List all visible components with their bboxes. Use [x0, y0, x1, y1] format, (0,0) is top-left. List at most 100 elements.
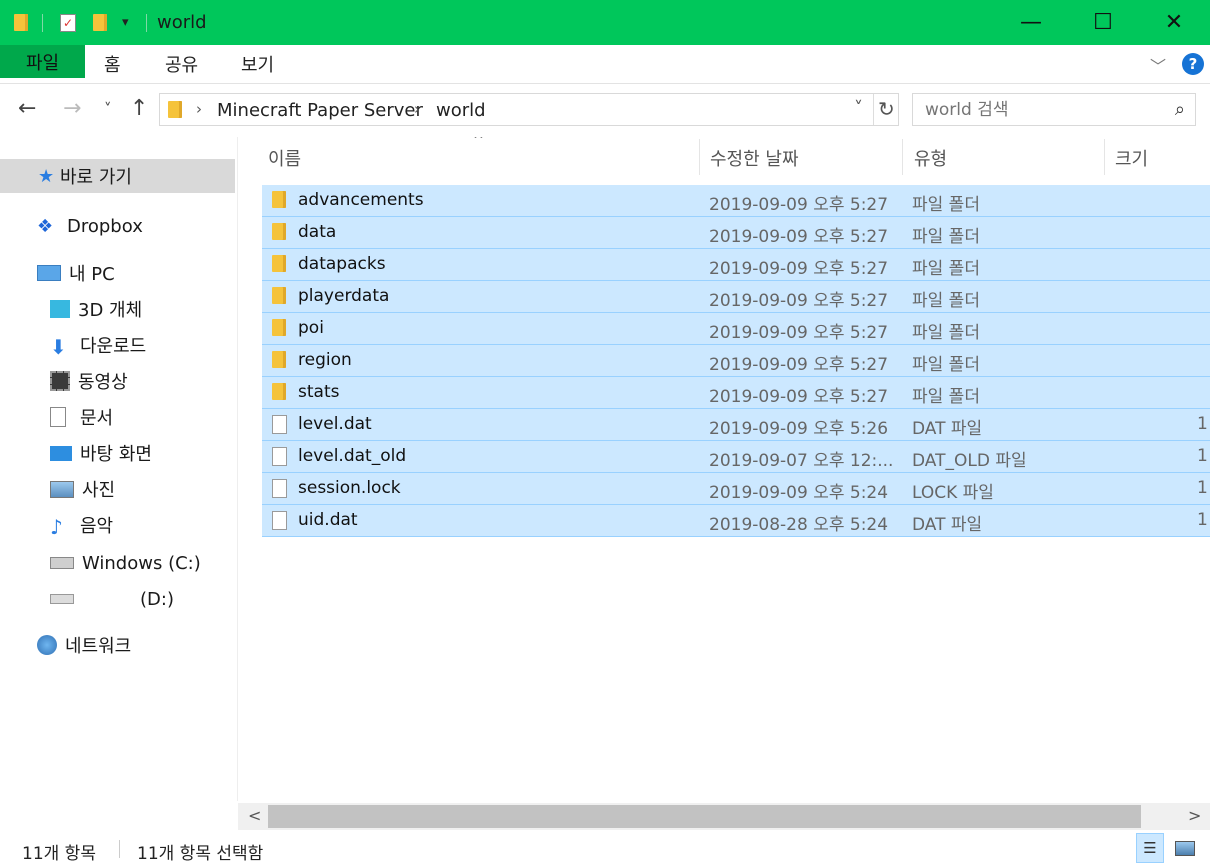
- file-date: 2019-08-28 오후 5:24: [709, 515, 889, 535]
- file-name: datapacks: [298, 254, 386, 274]
- table-row[interactable]: uid.dat 2019-08-28 오후 5:24 DAT 파일 1: [262, 505, 1210, 537]
- scrollbar-thumb[interactable]: [268, 805, 1141, 828]
- sidebar-item-music[interactable]: ♪ 음악: [50, 508, 113, 542]
- file-name: data: [298, 222, 337, 242]
- sidebar-item-drive-c[interactable]: Windows (C:): [50, 546, 201, 580]
- large-icons-view-button[interactable]: [1171, 833, 1199, 863]
- file-type: 파일 폴더: [912, 227, 980, 247]
- expand-ribbon-button[interactable]: ﹀: [1150, 53, 1166, 77]
- address-bar[interactable]: › Minecraft Paper Server › world ˅ ↻: [159, 93, 899, 126]
- table-row[interactable]: poi 2019-09-09 오후 5:27 파일 폴더: [262, 313, 1210, 345]
- music-icon: ♪: [50, 515, 63, 539]
- sidebar-item-documents[interactable]: 문서: [50, 400, 113, 434]
- details-view-button[interactable]: ☰: [1136, 833, 1164, 863]
- close-button[interactable]: ✕: [1138, 0, 1210, 45]
- table-row[interactable]: session.lock 2019-09-09 오후 5:24 LOCK 파일 1: [262, 473, 1210, 505]
- scroll-left-button[interactable]: <: [248, 806, 261, 825]
- file-size: 1: [1197, 414, 1208, 434]
- window-title: world: [157, 12, 207, 33]
- search-icon[interactable]: ⌕: [1175, 99, 1185, 120]
- dropbox-icon: ❖: [37, 216, 54, 237]
- horizontal-scrollbar[interactable]: < >: [238, 803, 1210, 830]
- recent-locations-button[interactable]: ˅: [104, 100, 112, 118]
- column-header-name[interactable]: 이름: [268, 145, 301, 171]
- table-row[interactable]: playerdata 2019-09-09 오후 5:27 파일 폴더: [262, 281, 1210, 313]
- address-dropdown[interactable]: ˅: [854, 98, 863, 119]
- search-box[interactable]: ⌕: [912, 93, 1196, 126]
- sidebar-item-3d-objects[interactable]: 3D 개체: [50, 292, 142, 326]
- sidebar-item-videos[interactable]: 동영상: [50, 364, 128, 398]
- cube-icon: [50, 300, 70, 318]
- sidebar-item-drive-d[interactable]: (D:): [50, 582, 174, 616]
- folder-icon: [272, 223, 286, 245]
- breadcrumb-world[interactable]: world: [436, 100, 486, 121]
- column-header-size[interactable]: 크기: [1115, 145, 1148, 171]
- drive-icon: [50, 557, 74, 569]
- table-row[interactable]: region 2019-09-09 오후 5:27 파일 폴더: [262, 345, 1210, 377]
- sidebar-item-quick-access[interactable]: ★ 바로 가기: [0, 159, 235, 193]
- file-name: level.dat: [298, 414, 372, 434]
- file-size: 1: [1197, 478, 1208, 498]
- file-type: 파일 폴더: [912, 195, 980, 215]
- quick-access-dropdown[interactable]: ▾: [122, 0, 129, 45]
- tab-share[interactable]: 공유: [165, 51, 198, 77]
- sidebar-item-label: (D:): [140, 588, 174, 610]
- sidebar-item-pictures[interactable]: 사진: [50, 472, 115, 506]
- table-row[interactable]: data 2019-09-09 오후 5:27 파일 폴더: [262, 217, 1210, 249]
- file-date: 2019-09-09 오후 5:27: [709, 323, 889, 343]
- file-date: 2019-09-09 오후 5:24: [709, 483, 889, 503]
- help-icon[interactable]: ?: [1182, 53, 1204, 75]
- maximize-button[interactable]: ☐: [1067, 0, 1139, 45]
- file-size: 1: [1197, 446, 1208, 466]
- status-bar: 11개 항목 11개 항목 선택함 ☰: [0, 830, 1210, 866]
- sidebar-item-dropbox[interactable]: ❖ Dropbox: [37, 209, 143, 243]
- file-name: advancements: [298, 190, 424, 210]
- divider: [873, 94, 874, 125]
- sidebar-item-label: 3D 개체: [78, 300, 143, 321]
- sidebar-item-label: 다운로드: [80, 336, 147, 357]
- table-row[interactable]: stats 2019-09-09 오후 5:27 파일 폴더: [262, 377, 1210, 409]
- file-size: 1: [1197, 510, 1208, 530]
- divider: [902, 139, 903, 175]
- sidebar-item-network[interactable]: 네트워크: [37, 628, 131, 662]
- divider: [1104, 139, 1105, 175]
- sidebar-item-label: 네트워크: [65, 636, 132, 657]
- file-date: 2019-09-09 오후 5:27: [709, 387, 889, 407]
- scroll-right-button[interactable]: >: [1188, 806, 1201, 825]
- drive-icon: [50, 594, 74, 604]
- minimize-button[interactable]: —: [995, 0, 1067, 45]
- file-type: DAT 파일: [912, 419, 983, 439]
- table-row[interactable]: advancements 2019-09-09 오후 5:27 파일 폴더: [262, 185, 1210, 217]
- sidebar-item-downloads[interactable]: ⬇ 다운로드: [50, 328, 146, 362]
- search-input[interactable]: [923, 98, 1157, 122]
- table-row[interactable]: datapacks 2019-09-09 오후 5:27 파일 폴더: [262, 249, 1210, 281]
- column-header-type[interactable]: 유형: [914, 145, 947, 171]
- file-name: playerdata: [298, 286, 390, 306]
- tab-home[interactable]: 홈: [104, 51, 121, 77]
- back-button[interactable]: ←: [18, 96, 36, 121]
- table-row[interactable]: level.dat 2019-09-09 오후 5:26 DAT 파일 1: [262, 409, 1210, 441]
- file-list: ^ 이름 수정한 날짜 유형 크기 advancements 2019-09-09…: [238, 137, 1210, 801]
- tab-view[interactable]: 보기: [241, 51, 274, 77]
- column-header-date[interactable]: 수정한 날짜: [710, 145, 799, 171]
- sidebar-item-this-pc[interactable]: 내 PC: [37, 256, 115, 290]
- sidebar-item-label: 사진: [82, 480, 116, 501]
- new-folder-icon[interactable]: [93, 0, 107, 45]
- divider: [699, 139, 700, 175]
- divider: [119, 840, 120, 858]
- sidebar-item-desktop[interactable]: 바탕 화면: [50, 436, 152, 470]
- refresh-button[interactable]: ↻: [878, 97, 895, 121]
- breadcrumb-minecraft-paper-server[interactable]: Minecraft Paper Server: [217, 100, 423, 121]
- file-type: 파일 폴더: [912, 323, 980, 343]
- table-row[interactable]: level.dat_old 2019-09-07 오후 12:... DAT_OLD…: [262, 441, 1210, 473]
- file-icon: [272, 447, 287, 471]
- tab-file[interactable]: 파일: [0, 45, 85, 78]
- sort-ascending-icon: ^: [473, 137, 484, 148]
- up-button[interactable]: ↑: [130, 96, 148, 121]
- sidebar-item-label: Windows (C:): [82, 552, 201, 574]
- item-count: 11개 항목: [22, 844, 96, 864]
- divider: [146, 14, 147, 32]
- properties-icon[interactable]: ✓: [60, 0, 76, 45]
- forward-button[interactable]: →: [63, 96, 81, 121]
- file-icon: [272, 479, 287, 503]
